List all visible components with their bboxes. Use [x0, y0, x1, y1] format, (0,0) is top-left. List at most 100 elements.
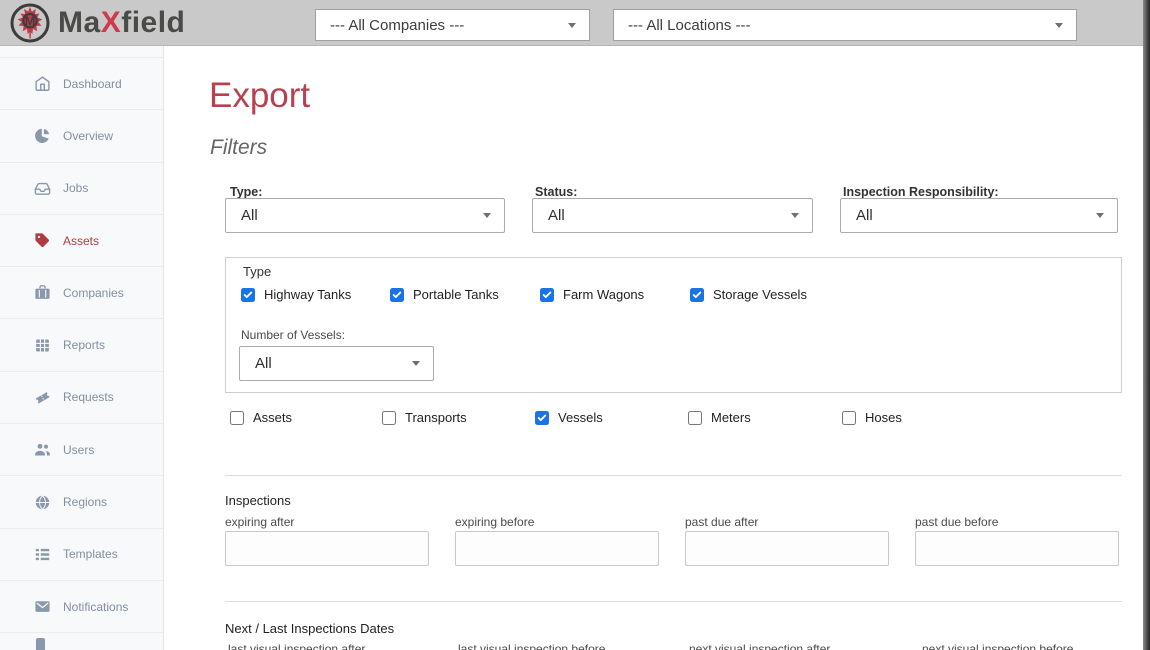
- checkbox-transports[interactable]: Transports: [382, 410, 467, 425]
- briefcase-icon: [34, 284, 51, 301]
- sidebar-item-jobs[interactable]: Jobs: [0, 162, 163, 214]
- home-icon: [34, 75, 51, 92]
- sidebar-item-label: Notifications: [63, 600, 128, 614]
- status-select[interactable]: All: [532, 198, 813, 233]
- checkbox-farm-wagons[interactable]: Farm Wagons: [540, 287, 644, 302]
- checkbox-label: Storage Vessels: [713, 287, 807, 302]
- app-window: M MaXfield --- All Companies --- --- All…: [0, 0, 1150, 650]
- checkbox-hoses[interactable]: Hoses: [842, 410, 902, 425]
- sidebar-item-overview[interactable]: Overview: [0, 109, 163, 161]
- sidebar-item-label: Templates: [63, 547, 118, 561]
- checkbox-unchecked-icon: [842, 411, 856, 425]
- table-icon: [34, 337, 51, 354]
- filters-heading: Filters: [210, 136, 267, 160]
- number-of-vessels-value: All: [255, 355, 272, 372]
- maple-leaf-logo-icon: M: [10, 3, 50, 43]
- sidebar: Dashboard Overview Jobs Assets Companies…: [0, 46, 164, 650]
- past-due-after-input[interactable]: [685, 531, 889, 566]
- chevron-down-icon: [1096, 213, 1104, 218]
- inspection-responsibility-select-value: All: [856, 207, 873, 224]
- scrollbar-track[interactable]: [1143, 0, 1150, 650]
- checkbox-label: Hoses: [865, 410, 902, 425]
- type-select-value: All: [241, 207, 258, 224]
- past-due-before-input[interactable]: [915, 531, 1119, 566]
- checkbox-meters[interactable]: Meters: [688, 410, 751, 425]
- checkbox-unchecked-icon: [230, 411, 244, 425]
- divider: [225, 475, 1122, 476]
- past-due-before-label: past due before: [915, 515, 998, 529]
- checkbox-checked-icon: [535, 411, 549, 425]
- sidebar-item-regions[interactable]: Regions: [0, 475, 163, 527]
- topbar: M MaXfield --- All Companies --- --- All…: [0, 0, 1150, 46]
- next-visual-inspection-before-label: next visual inspection before: [922, 642, 1073, 650]
- app-logo: M MaXfield: [10, 3, 185, 43]
- sidebar-item-label: Regions: [63, 495, 107, 509]
- checkbox-unchecked-icon: [382, 411, 396, 425]
- status-select-label: Status:: [535, 185, 577, 199]
- past-due-after-label: past due after: [685, 515, 758, 529]
- sidebar-item-requests[interactable]: Requests: [0, 371, 163, 423]
- sidebar-item-reports[interactable]: Reports: [0, 318, 163, 370]
- expiring-before-input[interactable]: [455, 531, 659, 566]
- sidebar-item-companies[interactable]: Companies: [0, 266, 163, 318]
- expiring-after-input[interactable]: [225, 531, 429, 566]
- chevron-down-icon: [791, 213, 799, 218]
- checkbox-highway-tanks[interactable]: Highway Tanks: [241, 287, 351, 302]
- globe-icon: [34, 494, 51, 511]
- sidebar-item-partial[interactable]: [0, 632, 163, 650]
- checkbox-checked-icon: [540, 288, 554, 302]
- number-of-vessels-select[interactable]: All: [239, 346, 434, 381]
- sidebar-item-label: Reports: [63, 338, 105, 352]
- number-of-vessels-label: Number of Vessels:: [241, 328, 345, 342]
- checkbox-label: Transports: [405, 410, 467, 425]
- checkbox-portable-tanks[interactable]: Portable Tanks: [390, 287, 499, 302]
- sidebar-item-notifications[interactable]: Notifications: [0, 580, 163, 632]
- sidebar-item-label: Users: [63, 443, 94, 457]
- locations-dropdown-value: --- All Locations ---: [628, 17, 751, 34]
- status-select-value: All: [548, 207, 565, 224]
- sidebar-item-users[interactable]: Users: [0, 423, 163, 475]
- checkbox-label: Meters: [711, 410, 751, 425]
- pie-chart-icon: [34, 127, 51, 144]
- inspection-responsibility-select[interactable]: All: [840, 198, 1118, 233]
- users-icon: [34, 441, 51, 458]
- sidebar-item-label: Overview: [63, 129, 113, 143]
- checkbox-label: Highway Tanks: [264, 287, 351, 302]
- partial-icon: [36, 638, 45, 650]
- checkbox-label: Portable Tanks: [413, 287, 499, 302]
- chevron-down-icon: [412, 361, 420, 366]
- checkbox-unchecked-icon: [688, 411, 702, 425]
- checkbox-label: Assets: [253, 410, 292, 425]
- checkbox-checked-icon: [390, 288, 404, 302]
- ticket-icon: [34, 389, 51, 406]
- sidebar-item-label: Jobs: [63, 181, 88, 195]
- locations-dropdown[interactable]: --- All Locations ---: [613, 9, 1077, 41]
- sidebar-item-dashboard[interactable]: Dashboard: [0, 57, 163, 109]
- checkbox-vessels[interactable]: Vessels: [535, 410, 603, 425]
- checkbox-label: Farm Wagons: [563, 287, 644, 302]
- next-visual-inspection-after-label: next visual inspection after: [689, 642, 830, 650]
- chevron-down-icon: [1055, 23, 1063, 28]
- inspection-responsibility-select-label: Inspection Responsibility:: [843, 185, 999, 199]
- last-visual-inspection-before-label: last visual inspection before: [458, 642, 605, 650]
- expiring-before-label: expiring before: [455, 515, 534, 529]
- sidebar-item-assets[interactable]: Assets: [0, 214, 163, 266]
- inspections-section-title: Inspections: [225, 493, 291, 508]
- companies-dropdown[interactable]: --- All Companies ---: [315, 9, 590, 41]
- divider: [225, 601, 1122, 602]
- type-select[interactable]: All: [225, 198, 505, 233]
- chevron-down-icon: [568, 23, 576, 28]
- page-title: Export: [209, 76, 310, 116]
- svg-text:M: M: [25, 14, 36, 28]
- checkbox-checked-icon: [241, 288, 255, 302]
- checkbox-storage-vessels[interactable]: Storage Vessels: [690, 287, 807, 302]
- sidebar-item-templates[interactable]: Templates: [0, 528, 163, 580]
- app-title: MaXfield: [58, 6, 185, 40]
- expiring-after-label: expiring after: [225, 515, 294, 529]
- type-group-title: Type: [243, 264, 271, 279]
- tag-icon: [34, 232, 51, 249]
- last-visual-inspection-after-label: last visual inspection after: [228, 642, 365, 650]
- sidebar-item-label: Dashboard: [63, 77, 122, 91]
- checkbox-assets[interactable]: Assets: [230, 410, 292, 425]
- sidebar-item-label: Assets: [63, 234, 99, 248]
